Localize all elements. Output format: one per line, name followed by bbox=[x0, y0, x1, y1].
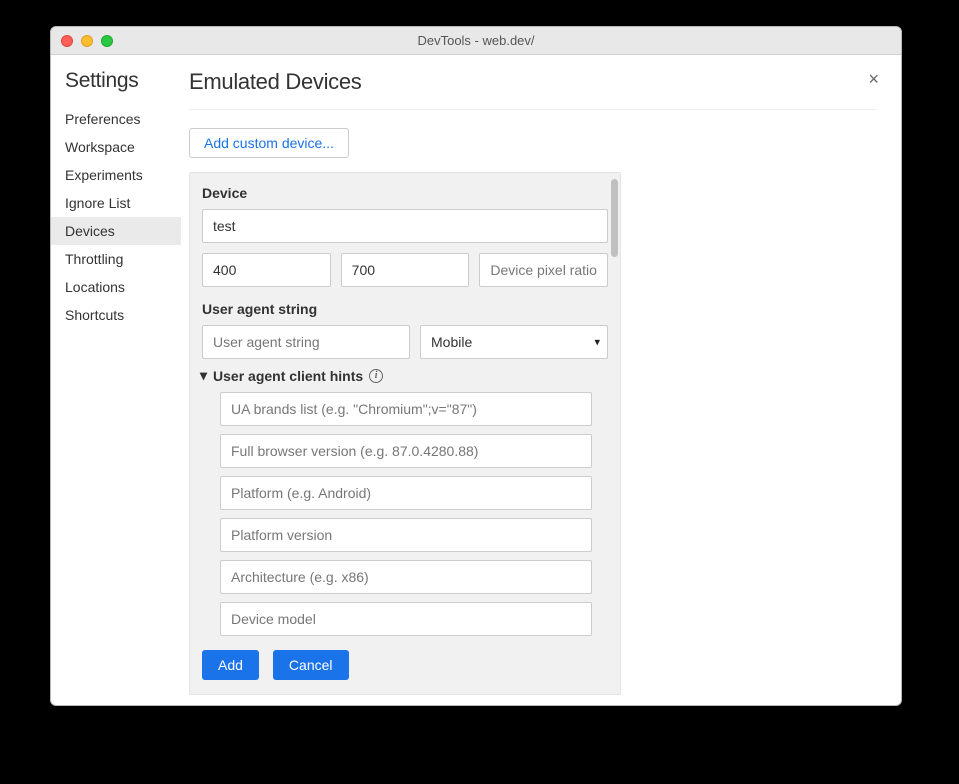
sidebar-item-label: Ignore List bbox=[65, 195, 130, 211]
ua-string-input[interactable] bbox=[202, 325, 410, 359]
device-name-input[interactable] bbox=[202, 209, 608, 243]
sidebar-item-ignore-list[interactable]: Ignore List bbox=[51, 189, 181, 217]
settings-content: Emulated Devices Add custom device... De… bbox=[181, 65, 901, 705]
sidebar-item-workspace[interactable]: Workspace bbox=[51, 133, 181, 161]
add-button[interactable]: Add bbox=[202, 650, 259, 680]
window-title: DevTools - web.dev/ bbox=[51, 33, 901, 48]
sidebar-item-label: Preferences bbox=[65, 111, 140, 127]
platform-input[interactable] bbox=[220, 476, 592, 510]
sidebar-item-throttling[interactable]: Throttling bbox=[51, 245, 181, 273]
info-icon[interactable]: i bbox=[369, 369, 383, 383]
device-height-input[interactable] bbox=[341, 253, 470, 287]
device-section-label: Device bbox=[202, 185, 608, 201]
triangle-down-icon: ▾ bbox=[200, 367, 207, 384]
client-hints-toggle[interactable]: ▾ User agent client hints i bbox=[200, 367, 608, 384]
titlebar: DevTools - web.dev/ bbox=[51, 27, 901, 55]
ua-type-select[interactable]: Mobile bbox=[420, 325, 608, 359]
full-version-input[interactable] bbox=[220, 434, 592, 468]
device-model-input[interactable] bbox=[220, 602, 592, 636]
sidebar-item-preferences[interactable]: Preferences bbox=[51, 105, 181, 133]
device-editor-pane: Device User agent string Mobile bbox=[189, 172, 621, 695]
scrollbar-thumb[interactable] bbox=[611, 179, 618, 257]
client-hints-label: User agent client hints bbox=[213, 368, 363, 384]
platform-version-input[interactable] bbox=[220, 518, 592, 552]
sidebar-item-label: Devices bbox=[65, 223, 115, 239]
settings-title: Settings bbox=[65, 69, 181, 93]
sidebar-item-label: Shortcuts bbox=[65, 307, 124, 323]
sidebar-item-label: Locations bbox=[65, 279, 125, 295]
device-dpr-input[interactable] bbox=[479, 253, 608, 287]
window-close-button[interactable] bbox=[61, 35, 73, 47]
sidebar-item-locations[interactable]: Locations bbox=[51, 273, 181, 301]
sidebar-item-label: Workspace bbox=[65, 139, 135, 155]
add-custom-device-button[interactable]: Add custom device... bbox=[189, 128, 349, 158]
close-icon[interactable]: × bbox=[868, 69, 879, 90]
client-hints-group bbox=[202, 392, 608, 636]
cancel-button[interactable]: Cancel bbox=[273, 650, 349, 680]
device-width-input[interactable] bbox=[202, 253, 331, 287]
architecture-input[interactable] bbox=[220, 560, 592, 594]
devtools-window: DevTools - web.dev/ × Settings Preferenc… bbox=[50, 26, 902, 706]
sidebar-item-shortcuts[interactable]: Shortcuts bbox=[51, 301, 181, 329]
add-custom-device-label: Add custom device... bbox=[204, 135, 334, 151]
page-title: Emulated Devices bbox=[189, 69, 877, 110]
sidebar-item-label: Experiments bbox=[65, 167, 143, 183]
window-minimize-button[interactable] bbox=[81, 35, 93, 47]
window-zoom-button[interactable] bbox=[101, 35, 113, 47]
settings-sidebar: Settings Preferences Workspace Experimen… bbox=[51, 65, 181, 705]
cancel-button-label: Cancel bbox=[289, 657, 333, 673]
sidebar-item-experiments[interactable]: Experiments bbox=[51, 161, 181, 189]
sidebar-item-label: Throttling bbox=[65, 251, 123, 267]
ua-section-label: User agent string bbox=[202, 301, 608, 317]
sidebar-item-devices[interactable]: Devices bbox=[51, 217, 181, 245]
add-button-label: Add bbox=[218, 657, 243, 673]
ua-brands-input[interactable] bbox=[220, 392, 592, 426]
